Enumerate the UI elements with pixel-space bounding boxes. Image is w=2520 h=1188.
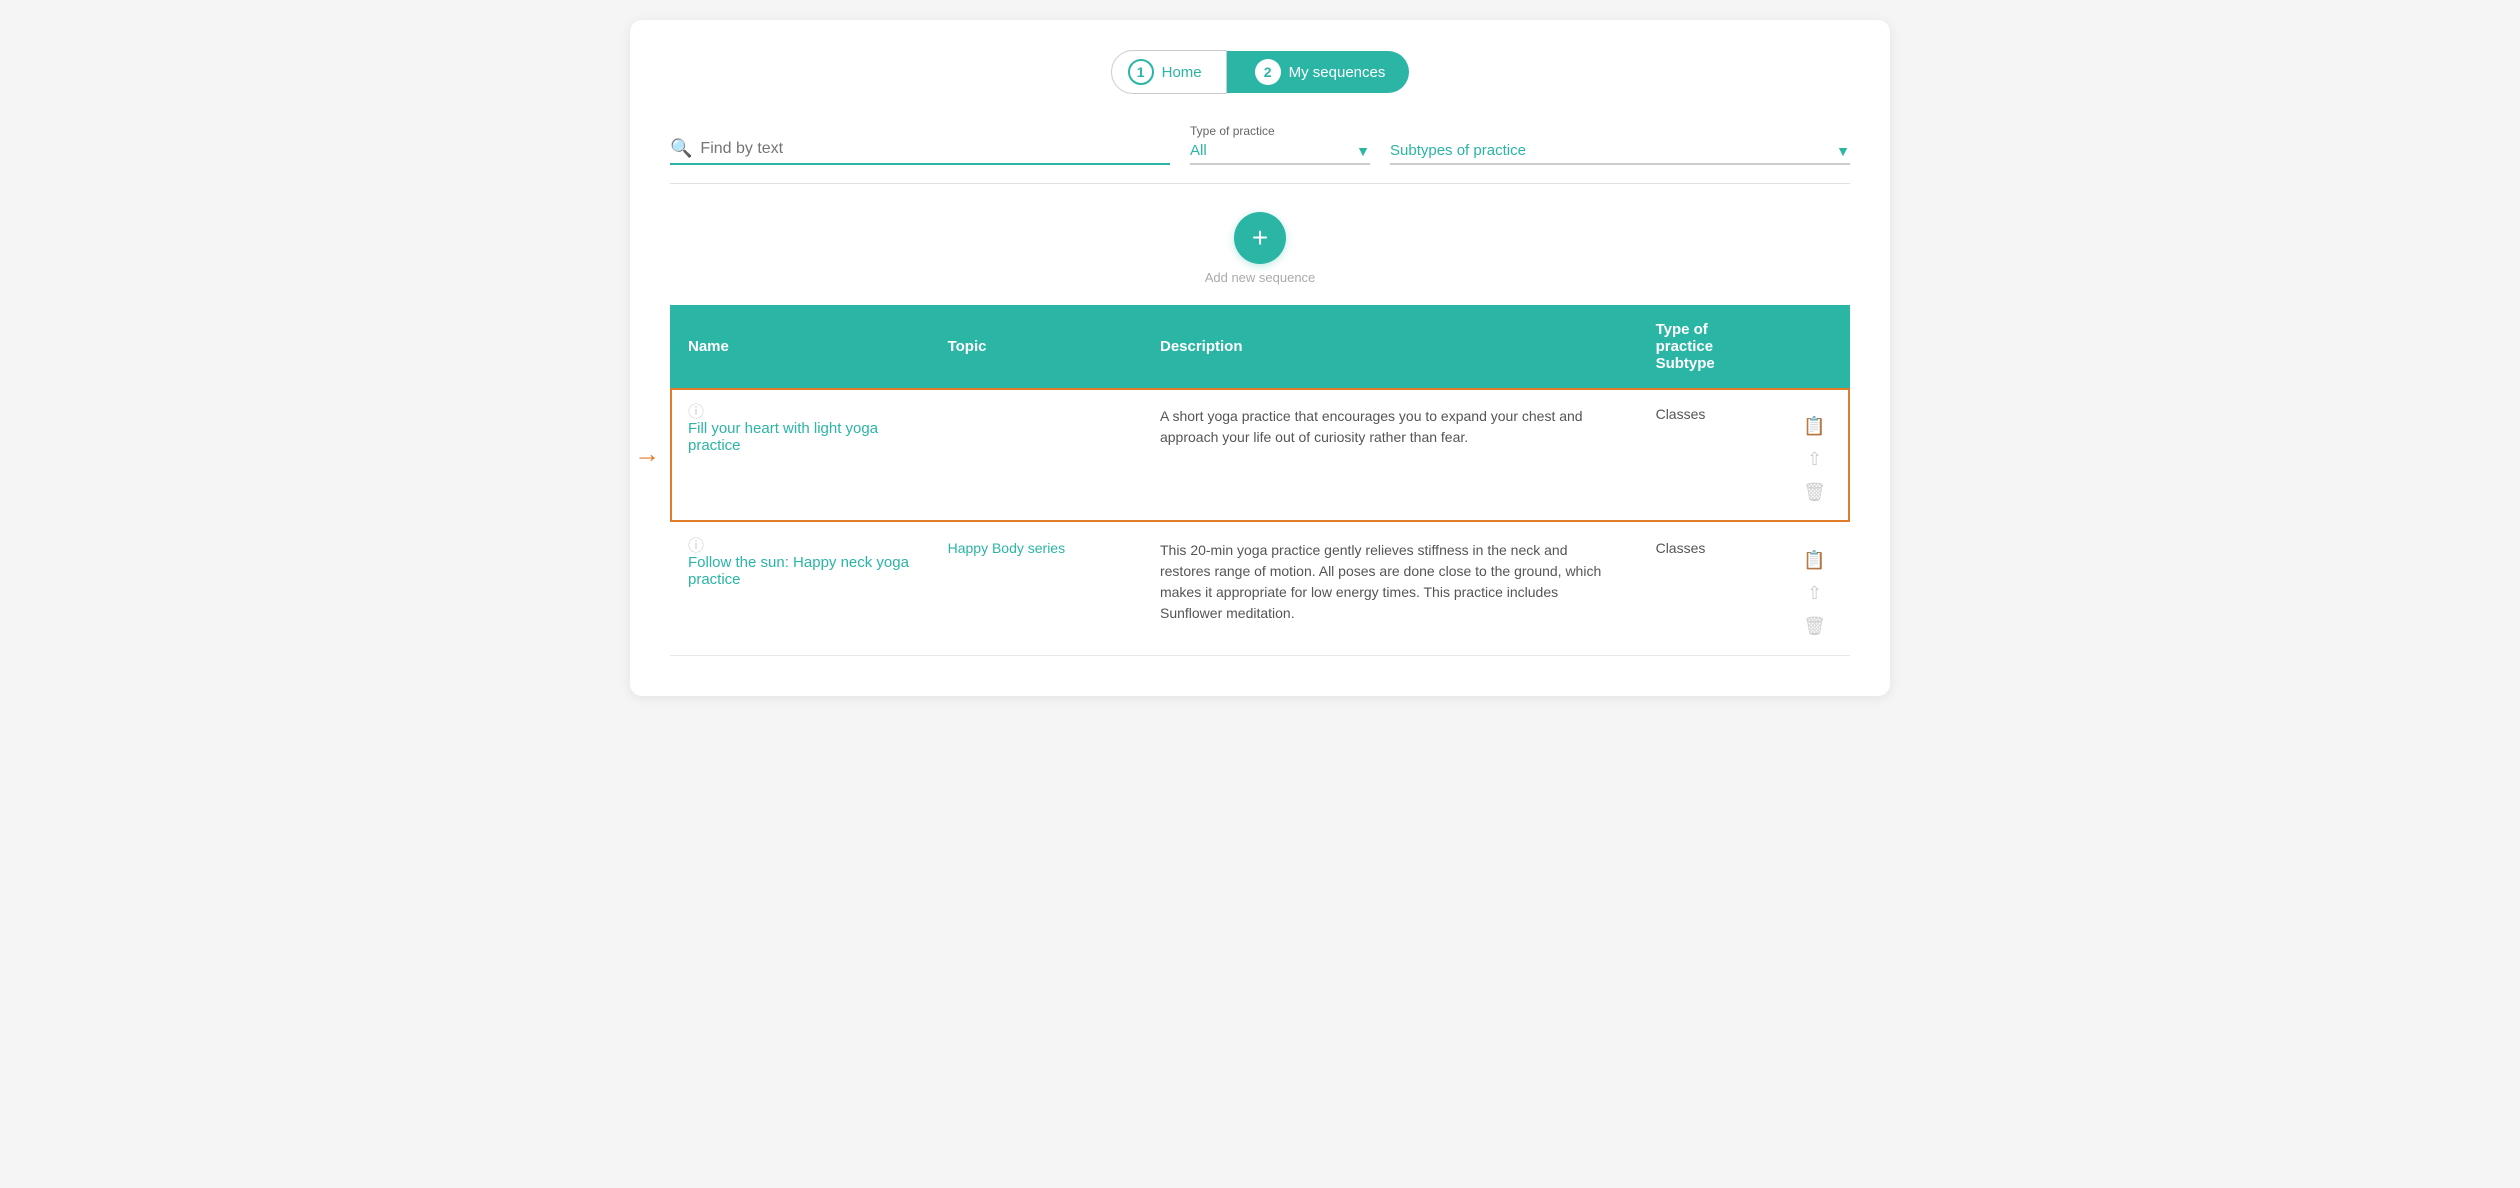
row-2-name-link[interactable]: Follow the sun: Happy neck yoga practice [688, 554, 909, 588]
sequences-table: Name Topic Description Type of practiceS… [670, 305, 1850, 656]
row-1-type: Classes [1656, 406, 1706, 422]
row-2-description: This 20-min yoga practice gently relieve… [1160, 542, 1601, 621]
col-header-type: Type of practiceSubtype [1638, 305, 1780, 388]
row-1-info-icon[interactable]: ⓘ [688, 398, 704, 422]
sequences-label: My sequences [1289, 64, 1386, 81]
subtypes-dropdown-group: Subtypes of practice ▼ [1390, 138, 1850, 165]
row-2-share-icon[interactable]: ⇧ [1807, 583, 1822, 604]
table-row: ⓘ Follow the sun: Happy neck yoga practi… [670, 522, 1850, 656]
filter-row: 🔍 Type of practice All ▼ Subtypes of pra… [670, 124, 1850, 184]
type-value: All [1190, 142, 1207, 159]
subtypes-select[interactable]: Subtypes of practice ▼ [1390, 142, 1850, 165]
row-2-actions-cell: 📋 ⇧ 🗑 [1779, 522, 1850, 656]
table-wrapper: Name Topic Description Type of practiceS… [670, 305, 1850, 656]
row-2-copy-icon[interactable]: 📋 [1803, 550, 1825, 571]
table-header-row: Name Topic Description Type of practiceS… [670, 305, 1850, 388]
row-2-topic: Happy Body series [948, 540, 1066, 556]
home-label: Home [1162, 64, 1202, 81]
sequences-step-num: 2 [1255, 59, 1281, 85]
breadcrumb-home[interactable]: 1 Home [1111, 50, 1227, 94]
search-icon: 🔍 [670, 138, 692, 159]
row-1-action-buttons: 📋 ⇧ 🗑 [1797, 406, 1832, 503]
breadcrumb-nav: 1 Home 2 My sequences [670, 50, 1850, 94]
col-header-name: Name [670, 305, 930, 388]
col-header-actions [1779, 305, 1850, 388]
row-1-share-icon[interactable]: ⇧ [1807, 449, 1822, 470]
row-2-action-buttons: 📋 ⇧ 🗑 [1797, 540, 1832, 637]
row-1-copy-icon[interactable]: 📋 [1803, 416, 1825, 437]
row-1-name-cell: ⓘ → Fill your heart with light yoga prac… [670, 388, 930, 522]
row-2-info-icon[interactable]: ⓘ [688, 532, 704, 556]
type-label: Type of practice [1190, 124, 1370, 138]
page-container: 1 Home 2 My sequences 🔍 Type of practice… [630, 20, 1890, 696]
add-sequence-button[interactable]: + [1234, 212, 1286, 264]
type-of-practice-select[interactable]: All ▼ [1190, 142, 1370, 165]
row-2-description-cell: This 20-min yoga practice gently relieve… [1142, 522, 1638, 656]
table-row: ⓘ → Fill your heart with light yoga prac… [670, 388, 1850, 522]
row-2-type-cell: Classes [1638, 522, 1780, 656]
type-of-practice-dropdown-group: Type of practice All ▼ [1190, 124, 1370, 165]
col-header-topic: Topic [930, 305, 1142, 388]
add-sequence-area: + Add new sequence [670, 212, 1850, 285]
row-1-name-link[interactable]: Fill your heart with light yoga practice [688, 420, 878, 454]
row-1-actions-cell: 📋 ⇧ 🗑 [1779, 388, 1850, 522]
row-2-type: Classes [1656, 540, 1706, 556]
home-step-num: 1 [1128, 59, 1154, 85]
search-group: 🔍 [670, 138, 1170, 165]
row-2-topic-cell: Happy Body series [930, 522, 1142, 656]
row-2-name-cell: ⓘ Follow the sun: Happy neck yoga practi… [670, 522, 930, 656]
row-1-type-cell: Classes [1638, 388, 1780, 522]
type-chevron-icon: ▼ [1356, 143, 1370, 159]
search-input[interactable] [700, 140, 1170, 158]
add-icon: + [1252, 222, 1268, 254]
row-1-description-cell: A short yoga practice that encourages yo… [1142, 388, 1638, 522]
row-1-topic-cell [930, 388, 1142, 522]
subtypes-chevron-icon: ▼ [1836, 143, 1850, 159]
add-sequence-label: Add new sequence [1205, 270, 1316, 285]
row-1-delete-icon[interactable]: 🗑 [1803, 482, 1826, 503]
row-1-arrow-icon: → [634, 439, 660, 470]
breadcrumb-my-sequences[interactable]: 2 My sequences [1227, 51, 1410, 93]
col-header-description: Description [1142, 305, 1638, 388]
row-2-delete-icon[interactable]: 🗑 [1803, 616, 1826, 637]
row-1-description: A short yoga practice that encourages yo… [1160, 408, 1583, 445]
subtypes-placeholder: Subtypes of practice [1390, 142, 1526, 159]
